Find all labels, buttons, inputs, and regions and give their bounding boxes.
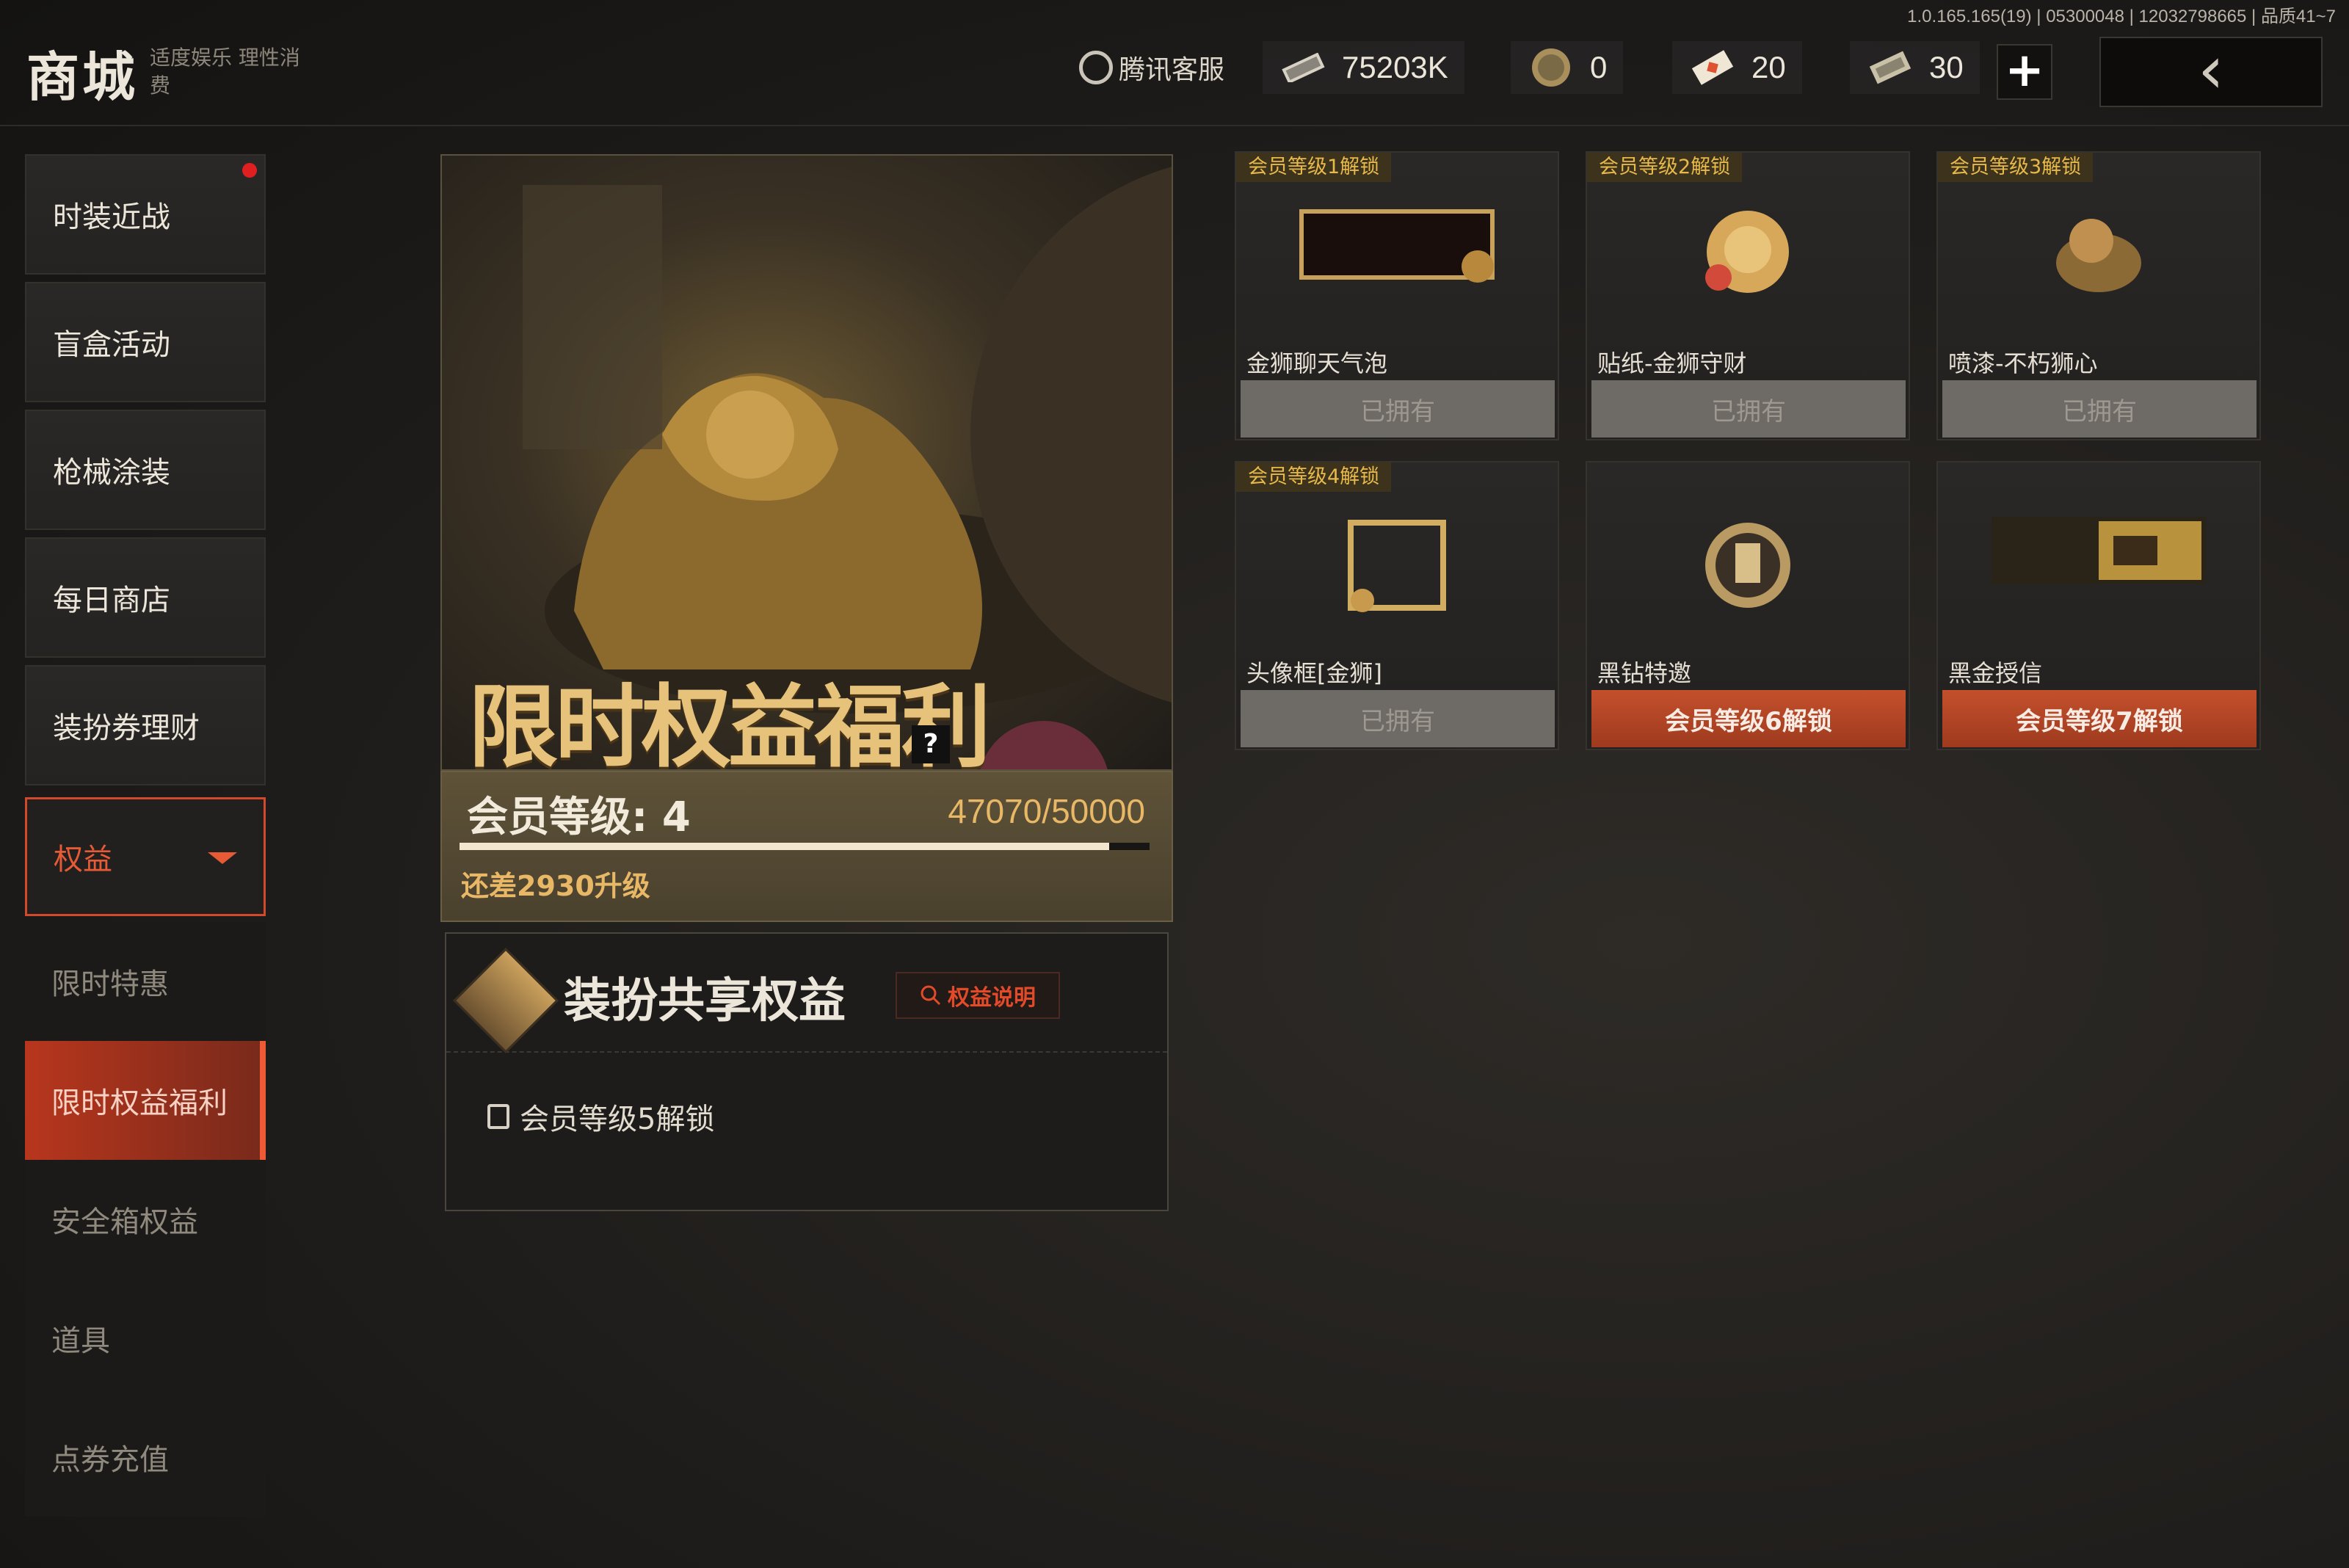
reward-card[interactable]: 会员等级2解锁 贴纸-金狮守财 已拥有 bbox=[1586, 151, 1910, 440]
member-points: 47070/50000 bbox=[948, 792, 1145, 830]
coin-icon bbox=[1527, 48, 1575, 87]
reward-owned-button[interactable]: 已拥有 bbox=[1241, 690, 1555, 747]
chevron-left-icon: ‹ bbox=[2198, 32, 2224, 109]
member-level-panel: 会员等级: 4 47070/50000 还差2930升级 bbox=[440, 771, 1173, 922]
customer-service-label: 腾讯客服 bbox=[1119, 55, 1225, 85]
sidebar-subitem-label: 安全箱权益 bbox=[51, 1205, 198, 1239]
sidebar-subitem-items[interactable]: 道具 bbox=[25, 1279, 266, 1398]
reward-unlock-tag: 会员等级4解锁 bbox=[1236, 462, 1392, 492]
share-unlock-label: 会员等级5解锁 bbox=[520, 1103, 715, 1136]
reward-name: 头像框[金狮] bbox=[1246, 659, 1382, 687]
reward-unlock-tag: 会员等级3解锁 bbox=[1938, 153, 2094, 182]
currency-diamond-ticket[interactable]: 20 bbox=[1672, 41, 1802, 94]
reward-card[interactable]: 黑钻特邀 会员等级6解锁 bbox=[1586, 461, 1910, 750]
sidebar-subitem-safe-box[interactable]: 安全箱权益 bbox=[25, 1160, 266, 1279]
add-currency-button[interactable]: + bbox=[1997, 44, 2052, 100]
reward-unlock-tag: 会员等级1解锁 bbox=[1236, 153, 1392, 182]
currency-coin[interactable]: 0 bbox=[1511, 41, 1624, 94]
reward-card[interactable]: 会员等级4解锁 头像框[金狮] 已拥有 bbox=[1235, 461, 1559, 750]
chevron-down-icon bbox=[208, 852, 237, 864]
sidebar-subitem-limited-deals[interactable]: 限时特惠 bbox=[25, 922, 266, 1041]
reward-name: 喷漆-不朽狮心 bbox=[1948, 349, 2098, 377]
currency-ticket-value: 75203K bbox=[1342, 50, 1448, 84]
sidebar-subitem-label: 限时权益福利 bbox=[51, 1086, 228, 1120]
level-progress-bar bbox=[460, 843, 1150, 850]
notification-dot bbox=[242, 163, 257, 178]
reward-name: 黑钻特邀 bbox=[1597, 659, 1692, 687]
benefits-explain-label: 权益说明 bbox=[948, 985, 1036, 1011]
member-level: 会员等级: 4 bbox=[467, 794, 691, 841]
share-benefits-title: 装扮共享权益 bbox=[564, 974, 846, 1028]
sidebar-item-blind-box[interactable]: 盲盒活动 bbox=[25, 282, 266, 402]
reward-owned-button[interactable]: 已拥有 bbox=[1241, 380, 1555, 438]
hero-title: 限时权益福利 bbox=[468, 675, 991, 771]
sidebar-item-benefits[interactable]: 权益 bbox=[25, 797, 266, 916]
reward-card[interactable]: 黑金授信 会员等级7解锁 bbox=[1936, 461, 2261, 750]
black-gold-card-thumbnail bbox=[1992, 517, 2206, 584]
reward-unlock-button[interactable]: 会员等级6解锁 bbox=[1591, 690, 1906, 747]
level-progress-fill bbox=[460, 843, 1109, 850]
share-benefits-panel: 装扮共享权益 权益说明 会员等级5解锁 bbox=[445, 932, 1169, 1211]
headset-icon bbox=[1079, 51, 1113, 84]
black-diamond-emblem-icon bbox=[1705, 523, 1790, 608]
search-icon bbox=[921, 985, 941, 1006]
currency-voucher-value: 30 bbox=[1929, 50, 1964, 84]
hero-banner: 限时权益福利 ? bbox=[440, 154, 1173, 771]
sidebar-item-label: 枪械涂装 bbox=[53, 456, 170, 490]
sidebar-item-label: 时装近战 bbox=[53, 200, 170, 234]
page-title: 商城 bbox=[26, 46, 139, 108]
sidebar-item-label: 盲盒活动 bbox=[53, 328, 170, 362]
reward-owned-button[interactable]: 已拥有 bbox=[1942, 380, 2257, 438]
currency-ticket[interactable]: 75203K bbox=[1263, 41, 1464, 94]
lion-spray-thumbnail bbox=[2056, 219, 2141, 292]
reward-owned-button[interactable]: 已拥有 bbox=[1591, 380, 1906, 438]
sidebar-item-fashion-melee[interactable]: 时装近战 bbox=[25, 154, 266, 275]
sidebar-subitem-label: 道具 bbox=[51, 1324, 110, 1358]
ticket-icon bbox=[1279, 48, 1327, 87]
reward-name: 贴纸-金狮守财 bbox=[1597, 349, 1747, 377]
voucher-icon bbox=[1866, 48, 1914, 87]
sidebar-item-label: 每日商店 bbox=[53, 584, 170, 617]
benefits-explain-button[interactable]: 权益说明 bbox=[896, 972, 1060, 1019]
reward-card[interactable]: 会员等级3解锁 喷漆-不朽狮心 已拥有 bbox=[1936, 151, 2261, 440]
reward-card[interactable]: 会员等级1解锁 金狮聊天气泡 已拥有 bbox=[1235, 151, 1559, 440]
sidebar-subitem-recharge[interactable]: 点券充值 bbox=[25, 1398, 266, 1517]
currency-voucher[interactable]: 30 bbox=[1850, 41, 1980, 94]
sidebar-item-daily-shop[interactable]: 每日商店 bbox=[25, 537, 266, 658]
currency-coin-value: 0 bbox=[1590, 50, 1608, 84]
share-unlock-hint: 会员等级5解锁 bbox=[487, 1095, 714, 1138]
currency-diamond-ticket-value: 20 bbox=[1751, 50, 1786, 84]
reward-name: 金狮聊天气泡 bbox=[1246, 349, 1388, 377]
reward-unlock-tag: 会员等级2解锁 bbox=[1587, 153, 1743, 182]
reward-unlock-button[interactable]: 会员等级7解锁 bbox=[1942, 690, 2257, 747]
sidebar-item-weapon-skins[interactable]: 枪械涂装 bbox=[25, 410, 266, 530]
lock-icon bbox=[487, 1104, 509, 1129]
sidebar-subitem-label: 点券充值 bbox=[51, 1443, 169, 1477]
lion-sticker-thumbnail bbox=[1705, 211, 1789, 293]
avatar-frame-thumbnail bbox=[1348, 520, 1446, 612]
reward-name: 黑金授信 bbox=[1948, 659, 2043, 687]
points-needed: 还差2930升级 bbox=[461, 870, 650, 902]
customer-service-link[interactable]: 腾讯客服 bbox=[1079, 48, 1224, 87]
chat-bubble-thumbnail bbox=[1299, 209, 1495, 283]
diamond-ticket-icon bbox=[1688, 48, 1737, 87]
slogan: 适度娱乐 理性消费 bbox=[150, 46, 300, 98]
sidebar-subitem-label: 限时特惠 bbox=[51, 968, 169, 1001]
help-button[interactable]: ? bbox=[912, 725, 950, 763]
sidebar-subitem-limited-benefits[interactable]: 限时权益福利 bbox=[25, 1041, 266, 1160]
sidebar-item-voucher-finance[interactable]: 装扮券理财 bbox=[25, 665, 266, 785]
sidebar-item-label: 装扮券理财 bbox=[53, 711, 200, 745]
sidebar-item-label: 权益 bbox=[54, 843, 112, 876]
back-button[interactable]: ‹ bbox=[2099, 37, 2323, 107]
